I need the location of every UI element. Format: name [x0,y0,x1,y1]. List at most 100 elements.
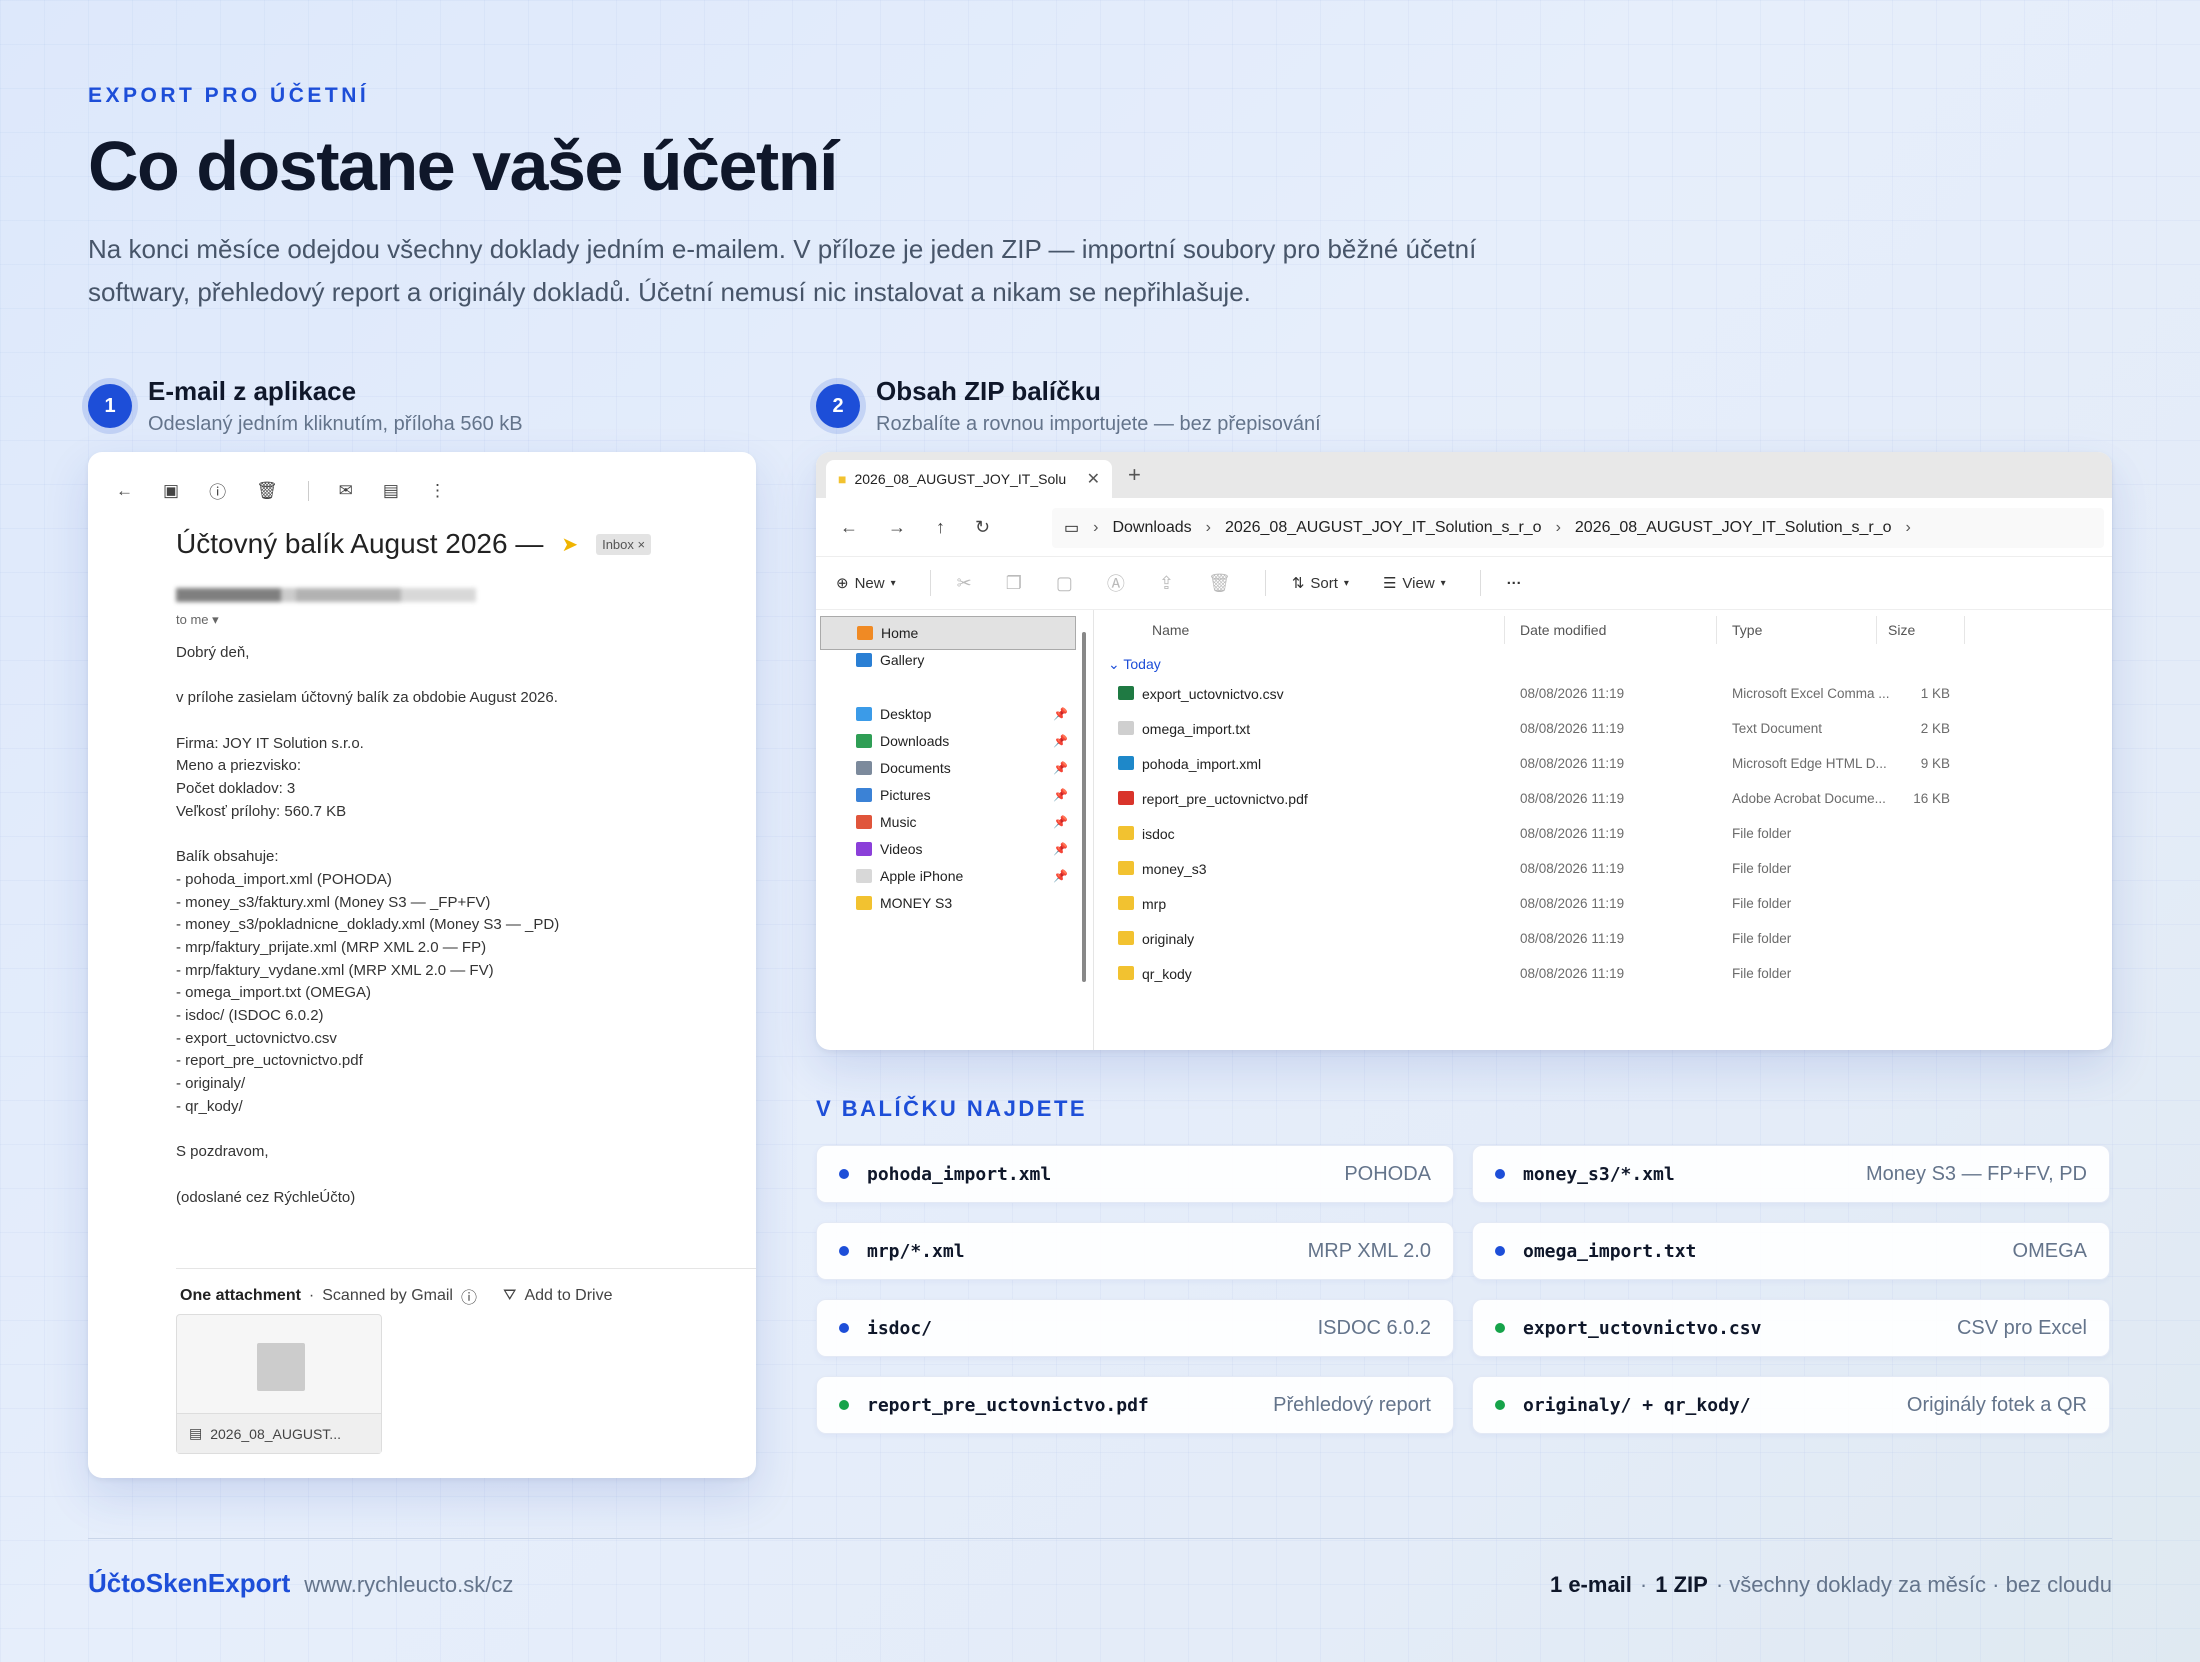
back-arrow-icon[interactable]: ← [840,517,858,538]
package-desc: Přehledový report [1273,1393,1431,1416]
tab-title: 2026_08_AUGUST_JOY_IT_Solu [854,471,1067,487]
column-name[interactable]: Name [1152,622,1189,638]
downloads-icon [856,734,872,748]
package-desc: POHODA [1344,1162,1431,1185]
file-size: 2 KB [1920,721,1950,736]
new-button[interactable]: ⊕ New ▾ [836,574,896,593]
package-item: report_pre_uctovnictvo.pdf Přehledový rep… [816,1376,1454,1434]
pin-icon[interactable]: 📌 [1053,788,1068,802]
home-icon [857,626,873,640]
breadcrumb-folder-1[interactable]: 2026_08_AUGUST_JOY_IT_Solution_s_r_o [1225,519,1542,537]
mail-body-line: S pozdravom, [176,1143,269,1161]
file-row[interactable]: isdoc 08/08/2026 11:19 File folder [1096,816,2112,851]
file-date: 08/08/2026 11:19 [1520,966,1625,981]
breadcrumb-downloads[interactable]: Downloads [1112,519,1191,537]
mail-body-line: (odoslané cez RýchleÚčto) [176,1188,356,1206]
pin-icon[interactable]: 📌 [1053,869,1068,883]
attachment-thumbnail[interactable]: ▤ 2026_08_AUGUST... [176,1314,382,1454]
column-date[interactable]: Date modified [1520,622,1606,638]
archive-icon[interactable]: ▣ [163,481,179,501]
add-to-drive-button[interactable]: Add to Drive [524,1287,612,1305]
importance-icon[interactable]: ➤ [561,532,578,557]
attachment-filename: 2026_08_AUGUST... [210,1425,341,1442]
videos-icon [856,842,872,856]
file-name: omega_import.txt [1142,721,1251,737]
file-type: File folder [1732,896,1792,911]
file-row[interactable]: mrp 08/08/2026 11:19 File folder [1096,886,2112,921]
view-button[interactable]: ☰ View ▾ [1383,574,1446,593]
pin-icon[interactable]: 📌 [1053,734,1068,748]
more-icon[interactable]: ⋮ [429,481,446,501]
address-bar[interactable]: ▭ › Downloads › 2026_08_AUGUST_JOY_IT_So… [1052,508,2104,548]
group-today[interactable]: ⌄ Today [1108,656,1161,673]
file-date: 08/08/2026 11:19 [1520,686,1625,701]
inbox-label[interactable]: Inbox × [596,533,652,555]
computer-icon: ▭ [1064,520,1080,537]
package-desc: MRP XML 2.0 [1307,1239,1431,1262]
package-file: omega_import.txt [1523,1240,1697,1262]
nav-item-gallery[interactable]: Gallery [820,643,1076,677]
paste-icon[interactable]: ▢ [1056,573,1073,594]
pin-icon[interactable]: 📌 [1053,842,1068,856]
file-date: 08/08/2026 11:19 [1520,791,1625,806]
report-icon[interactable]: ⓘ [209,478,226,503]
mail-body: Dobrý deň, v prílohe zasielam účtovný bal… [176,642,696,1209]
documents-icon [856,761,872,775]
back-icon[interactable]: ← [116,481,133,501]
mail-body-line: - mrp/faktury_vydane.xml (MRP XML 2.0 — … [176,961,494,979]
nav-item-money-s3[interactable]: MONEY S3 [820,886,1076,920]
pin-icon[interactable]: 📌 [1053,761,1068,775]
column-size[interactable]: Size [1888,622,1915,638]
step-2-subtitle: Rozbalíte a rovnou importujete — bez pře… [876,413,1321,435]
package-file: originaly/ + qr_kody/ [1523,1394,1751,1416]
refresh-icon[interactable]: ↻ [975,517,990,538]
breadcrumb-folder-2[interactable]: 2026_08_AUGUST_JOY_IT_Solution_s_r_o [1575,519,1892,537]
mail-body-line: Počet dokladov: 3 [176,780,296,798]
brand-url[interactable]: www.rychleucto.sk/cz [304,1572,513,1598]
move-icon[interactable]: ▤ [383,481,399,501]
info-icon[interactable]: ⓘ [461,1284,477,1308]
forward-arrow-icon[interactable]: → [888,517,906,538]
file-type-icon [1118,721,1134,735]
explorer-tab[interactable]: ■ 2026_08_AUGUST_JOY_IT_Solu ✕ [826,460,1112,498]
up-arrow-icon[interactable]: ↑ [936,517,945,538]
mail-body-line: - pohoda_import.xml (POHODA) [176,870,392,888]
bullet-dot-icon [839,1323,849,1333]
column-type[interactable]: Type [1732,622,1762,638]
rename-icon[interactable]: Ⓐ [1107,570,1125,596]
cut-icon[interactable]: ✂ [957,573,972,594]
close-tab-icon[interactable]: ✕ [1087,469,1100,489]
more-options-icon[interactable]: ··· [1507,575,1522,592]
file-type-icon [1118,896,1134,910]
recipient-toggle[interactable]: to me ▾ [176,612,219,628]
mail-toolbar: ← ▣ ⓘ 🗑 ✉ ▤ ⋮ [116,478,446,503]
attachment-divider [176,1268,756,1269]
music-icon [856,815,872,829]
mark-unread-icon[interactable]: ✉ [339,481,353,501]
file-name: originaly [1142,931,1195,947]
file-type: File folder [1732,826,1792,841]
package-desc: ISDOC 6.0.2 [1317,1316,1431,1339]
scanned-label: Scanned by Gmail [322,1287,453,1304]
file-row[interactable]: omega_import.txt 08/08/2026 11:19 Text Doc… [1096,711,2112,746]
copy-icon[interactable]: ❐ [1006,573,1022,594]
file-row[interactable]: report_pre_uctovnictvo.pdf 08/08/2026 11:… [1096,781,2112,816]
delete-icon[interactable]: 🗑 [256,481,278,501]
drive-icon[interactable]: ⛛ [503,1287,516,1305]
new-tab-icon[interactable]: + [1128,462,1141,488]
stat-separator: · [1639,1572,1648,1597]
sort-button[interactable]: ⇅ Sort ▾ [1292,574,1349,593]
file-row[interactable]: export_uctovnictvo.csv 08/08/2026 11:19 Mi… [1096,676,2112,711]
file-row[interactable]: qr_kody 08/08/2026 11:19 File folder [1096,956,2112,991]
pin-icon[interactable]: 📌 [1053,707,1068,721]
package-file: pohoda_import.xml [867,1163,1052,1185]
pin-icon[interactable]: 📌 [1053,815,1068,829]
file-row[interactable]: pohoda_import.xml 08/08/2026 11:19 Microso… [1096,746,2112,781]
trash-icon[interactable]: 🗑 [1208,573,1231,594]
mail-body-line [176,1118,696,1141]
file-date: 08/08/2026 11:19 [1520,721,1625,736]
share-icon[interactable]: ⇪ [1159,573,1174,594]
file-row[interactable]: originaly 08/08/2026 11:19 File folder [1096,921,2112,956]
nav-scrollbar[interactable] [1082,632,1086,982]
file-row[interactable]: money_s3 08/08/2026 11:19 File folder [1096,851,2112,886]
